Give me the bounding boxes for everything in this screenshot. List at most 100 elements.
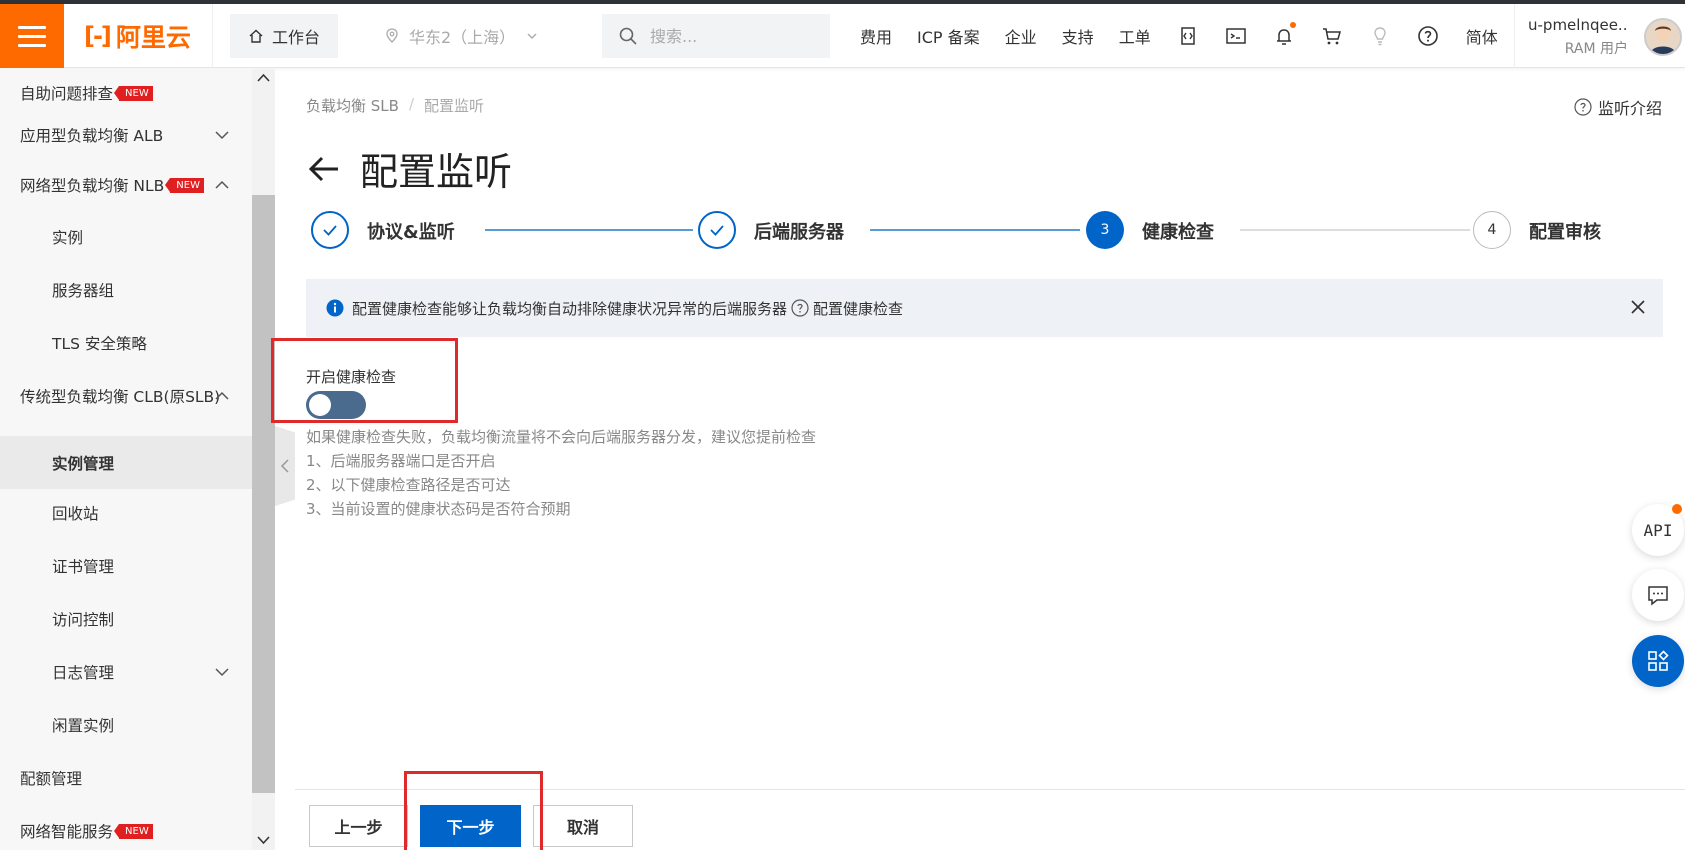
- step-4-number: 4: [1487, 222, 1497, 238]
- location-pin-icon: [386, 28, 398, 43]
- help-icon[interactable]: [1416, 24, 1440, 48]
- step-indicator: 协议&监听 后端服务器 3 健康检查 4 配置审核: [311, 211, 1643, 251]
- configure-health-check-link[interactable]: 配置健康检查: [791, 298, 903, 319]
- search-input[interactable]: [650, 26, 820, 46]
- user-name: u-pmelnqee...: [1528, 16, 1628, 34]
- workbench-label: 工作台: [271, 28, 320, 47]
- nav-icp[interactable]: ICP 备案: [917, 24, 980, 48]
- breadcrumb: 负载均衡 SLB / 配置监听: [306, 95, 484, 116]
- sidebar-item-label: 网络型负载均衡 NLB: [20, 177, 165, 195]
- top-nav-links: 费用 ICP 备案 企业 支持 工单 简体: [860, 4, 1498, 68]
- previous-step-button[interactable]: 上一步: [309, 805, 408, 847]
- main-content: 负载均衡 SLB / 配置监听 监听介绍 配置监听 协议&监听 后端服务器 3 …: [295, 69, 1685, 850]
- terminal-icon[interactable]: [1224, 24, 1248, 48]
- avatar[interactable]: [1644, 18, 1682, 56]
- chevron-down-icon: [215, 131, 229, 140]
- check-icon: [323, 225, 337, 236]
- chevron-down-icon: [527, 33, 537, 39]
- nav-enterprise[interactable]: 企业: [1005, 24, 1037, 48]
- bell-icon[interactable]: [1272, 22, 1296, 48]
- feedback-button[interactable]: [1632, 569, 1684, 621]
- step-connector: [1240, 229, 1470, 231]
- cart-icon[interactable]: [1320, 24, 1344, 48]
- notification-dot: [1672, 504, 1682, 514]
- step-4-label: 配置审核: [1529, 222, 1601, 243]
- back-arrow-icon[interactable]: [306, 151, 342, 187]
- chevron-up-icon[interactable]: [257, 73, 270, 83]
- code-icon[interactable]: [1176, 24, 1200, 48]
- hint-line: 1、后端服务器端口是否开启: [306, 452, 496, 470]
- sidebar-item-self-check[interactable]: 自助问题排查 NEW: [0, 69, 252, 117]
- health-check-toggle[interactable]: [306, 391, 366, 419]
- sidebar-item-nlb-instance[interactable]: 实例: [0, 213, 252, 261]
- health-check-switch-label: 开启健康检查: [306, 368, 397, 386]
- nav-ticket[interactable]: 工单: [1119, 24, 1151, 48]
- sidebar-item-tls-policy[interactable]: TLS 安全策略: [0, 319, 252, 367]
- sidebar-item-alb[interactable]: 应用型负载均衡 ALB: [0, 111, 252, 159]
- sidebar-collapse-button[interactable]: [275, 426, 295, 506]
- new-badge: NEW: [165, 177, 204, 193]
- workbench-button[interactable]: 工作台: [230, 14, 338, 58]
- alert-link-label: 配置健康检查: [813, 299, 904, 318]
- next-step-button[interactable]: 下一步: [420, 805, 521, 847]
- sidebar-item-recycle-bin[interactable]: 回收站: [0, 489, 252, 537]
- hint-line: 如果健康检查失败，负载均衡流量将不会向后端服务器分发，建议您提前检查: [306, 428, 817, 446]
- sidebar-item-label: 证书管理: [52, 558, 115, 576]
- step-connector: [485, 229, 693, 231]
- top-navigation-bar: [-] 阿里云 工作台 华东2（上海） 费用 ICP 备案 企业 支持 工单: [0, 4, 1685, 68]
- sidebar-item-label: 回收站: [52, 505, 99, 523]
- sidebar-item-access-control[interactable]: 访问控制: [0, 595, 252, 643]
- menu-icon[interactable]: [0, 4, 64, 68]
- brand-logo[interactable]: [-] 阿里云: [84, 4, 191, 68]
- sidebar-item-certificates[interactable]: 证书管理: [0, 542, 252, 590]
- sidebar-item-instance-management[interactable]: 实例管理: [0, 436, 252, 489]
- new-badge: NEW: [114, 85, 153, 101]
- chevron-down-icon[interactable]: [257, 835, 270, 845]
- page-title: 配置监听: [360, 150, 513, 194]
- sidebar-item-label: 配额管理: [20, 770, 83, 788]
- lightbulb-icon[interactable]: [1368, 24, 1392, 48]
- step-2-circle[interactable]: [698, 211, 736, 249]
- sidebar-item-idle-instances[interactable]: 闲置实例: [0, 701, 252, 749]
- sidebar-item-server-group[interactable]: 服务器组: [0, 266, 252, 314]
- step-3-number: 3: [1100, 222, 1110, 238]
- sidebar-scrollbar-thumb[interactable]: [252, 195, 275, 793]
- sidebar-item-nlb[interactable]: 网络型负载均衡 NLB NEW: [0, 161, 252, 209]
- sidebar-item-log-management[interactable]: 日志管理: [0, 648, 252, 696]
- user-info[interactable]: u-pmelnqee... RAM 用户: [1528, 16, 1628, 58]
- chevron-up-icon: [215, 391, 229, 400]
- divider: [1514, 4, 1515, 68]
- step-3-circle[interactable]: 3: [1086, 211, 1124, 249]
- brand-mark-icon: [-]: [84, 22, 112, 50]
- api-button[interactable]: API: [1632, 504, 1684, 556]
- sidebar-item-label: 自助问题排查: [20, 85, 114, 103]
- apps-grid-icon: [1648, 650, 1669, 671]
- region-label: 华东2（上海）: [409, 28, 516, 47]
- sidebar-item-quota[interactable]: 配额管理: [0, 754, 252, 802]
- region-selector[interactable]: 华东2（上海）: [385, 4, 539, 68]
- toggle-knob: [309, 394, 331, 416]
- sidebar-item-label: 闲置实例: [52, 717, 115, 735]
- close-icon[interactable]: [1629, 298, 1647, 316]
- listener-intro-link[interactable]: 监听介绍: [1574, 95, 1662, 119]
- nav-fees[interactable]: 费用: [860, 24, 892, 48]
- nav-support[interactable]: 支持: [1062, 24, 1094, 48]
- apps-button[interactable]: [1632, 635, 1684, 687]
- cancel-button[interactable]: 取消: [533, 805, 633, 847]
- step-2-label: 后端服务器: [754, 222, 844, 243]
- sidebar-item-smart-service[interactable]: 网络智能服务 NEW: [0, 807, 252, 850]
- step-1-circle[interactable]: [311, 211, 349, 249]
- page-header: 配置监听: [306, 141, 512, 196]
- sidebar-item-clb[interactable]: 传统型负载均衡 CLB(原SLB): [0, 372, 252, 420]
- brand-name: 阿里云: [115, 23, 191, 52]
- sidebar-item-label: 访问控制: [52, 611, 115, 629]
- hint-line: 2、以下健康检查路径是否可达: [306, 476, 511, 494]
- divider: [212, 4, 213, 68]
- step-4-circle[interactable]: 4: [1473, 211, 1511, 249]
- breadcrumb-root[interactable]: 负载均衡 SLB: [306, 95, 399, 116]
- chevron-up-icon: [215, 180, 229, 189]
- breadcrumb-current: 配置监听: [424, 97, 485, 115]
- language-switch[interactable]: 简体: [1466, 24, 1498, 48]
- search-box[interactable]: [602, 14, 830, 58]
- api-label: API: [1643, 520, 1673, 540]
